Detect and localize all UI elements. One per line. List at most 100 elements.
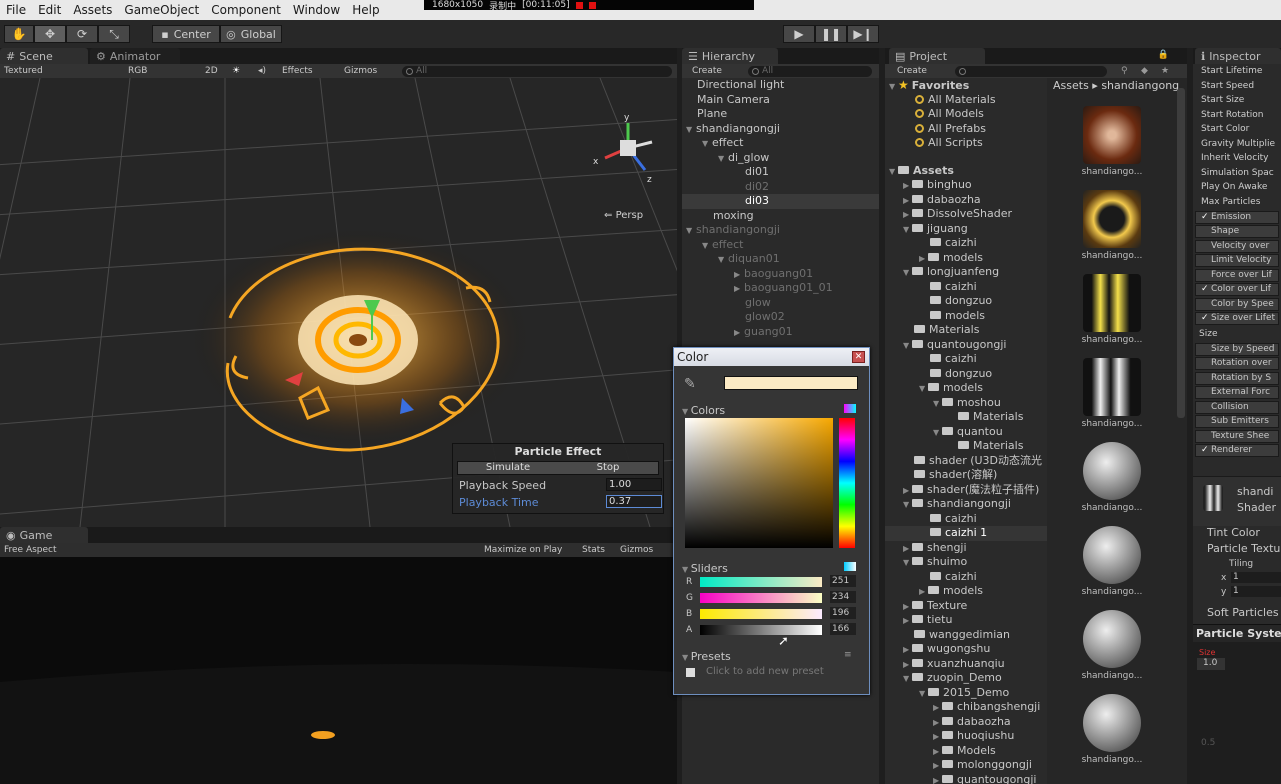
- expand-arrow-icon[interactable]: ▼: [903, 266, 912, 281]
- scene-viewport[interactable]: y x z ⇐ Persp Particle Effect Simulate S…: [0, 78, 677, 527]
- curve-max-value[interactable]: 1.0: [1197, 658, 1225, 670]
- collapse-arrow-icon[interactable]: ▶: [933, 716, 942, 731]
- folder-item[interactable]: ▼ quantougongji: [885, 338, 1047, 353]
- asset-item[interactable]: shandiango...: [1057, 358, 1167, 442]
- module-rotation-over-lifetime[interactable]: Rotation over: [1195, 357, 1279, 370]
- scene-search-input[interactable]: All: [402, 65, 672, 77]
- folder-item[interactable]: Materials: [885, 410, 1047, 425]
- folder-item[interactable]: ▶ binghuo: [885, 178, 1047, 193]
- folder-item[interactable]: Materials: [885, 323, 1047, 338]
- collapse-arrow-icon[interactable]: ▶: [903, 484, 912, 499]
- folder-item[interactable]: dongzuo: [885, 367, 1047, 382]
- folder-item[interactable]: ▶ dabaozha: [885, 193, 1047, 208]
- tab-game[interactable]: ◉ Game: [0, 527, 88, 543]
- asset-item[interactable]: shandiango...: [1057, 694, 1167, 778]
- tab-hierarchy[interactable]: ☰ Hierarchy: [682, 48, 778, 64]
- hierarchy-item[interactable]: Directional light: [682, 78, 879, 93]
- folder-item[interactable]: dongzuo: [885, 294, 1047, 309]
- collapse-arrow-icon[interactable]: ▶: [903, 658, 912, 673]
- hierarchy-item[interactable]: di01: [682, 165, 879, 180]
- tiling-y-field[interactable]: 1: [1231, 586, 1281, 597]
- tiling-x-field[interactable]: 1: [1231, 572, 1281, 583]
- folder-item[interactable]: ▶ chibangshengji: [885, 700, 1047, 715]
- module-rotation-by-speed[interactable]: Rotation by S: [1195, 371, 1279, 385]
- expand-arrow-icon[interactable]: ▼: [903, 498, 912, 513]
- tab-project[interactable]: ▤ Project: [889, 48, 985, 64]
- module-sub-emitters[interactable]: Sub Emitters: [1195, 415, 1279, 428]
- g-slider[interactable]: [700, 593, 822, 603]
- lock-icon[interactable]: 🔒: [1158, 50, 1169, 60]
- toggle-2d[interactable]: 2D: [205, 66, 218, 76]
- module-color-over-lifetime[interactable]: ✓ Color over Lif: [1195, 283, 1279, 296]
- asset-item[interactable]: shandiango...: [1057, 106, 1167, 190]
- expand-arrow-icon[interactable]: ▼: [903, 672, 912, 687]
- saturation-value-square[interactable]: [685, 418, 833, 548]
- filter-label-icon[interactable]: ◆: [1141, 66, 1148, 76]
- hierarchy-create-dropdown[interactable]: Create: [692, 66, 722, 76]
- folder-item[interactable]: caizhi: [885, 280, 1047, 295]
- menu-file[interactable]: File: [0, 3, 32, 17]
- aspect-dropdown[interactable]: Free Aspect: [4, 545, 57, 555]
- expand-arrow-icon[interactable]: ▼: [903, 339, 912, 354]
- favorite-star-icon[interactable]: ★: [1161, 66, 1169, 76]
- menu-help[interactable]: Help: [346, 3, 385, 17]
- folder-item[interactable]: ▼ zuopin_Demo: [885, 671, 1047, 686]
- collapse-arrow-icon[interactable]: ▶: [933, 774, 942, 784]
- collapse-arrow-icon[interactable]: ▶: [933, 701, 942, 716]
- pivot-global-button[interactable]: ◎ Global: [220, 25, 282, 43]
- collapse-arrow-icon[interactable]: ▶: [903, 179, 912, 194]
- folder-item[interactable]: models: [885, 309, 1047, 324]
- b-slider[interactable]: [700, 609, 822, 619]
- preset-add-icon[interactable]: [686, 668, 695, 677]
- hierarchy-search-input[interactable]: All: [748, 65, 872, 77]
- collapse-arrow-icon[interactable]: ▶: [734, 268, 744, 283]
- play-button[interactable]: ▶: [783, 25, 815, 43]
- expand-arrow-icon[interactable]: ▼: [718, 152, 728, 167]
- playback-speed-field[interactable]: 1.00: [606, 478, 662, 491]
- record-stop-icon[interactable]: [575, 1, 583, 9]
- hierarchy-item[interactable]: glow02: [682, 310, 879, 325]
- expand-arrow-icon[interactable]: ▼: [702, 137, 712, 152]
- collapse-arrow-icon[interactable]: ▶: [903, 194, 912, 209]
- simulate-button[interactable]: Simulate: [458, 462, 558, 474]
- expand-arrow-icon[interactable]: ▼: [919, 382, 928, 397]
- folder-item[interactable]: Materials: [885, 439, 1047, 454]
- hierarchy-item[interactable]: ▼ effect: [682, 136, 879, 151]
- hierarchy-item[interactable]: Main Camera: [682, 93, 879, 108]
- r-value-field[interactable]: 251: [830, 575, 856, 587]
- hierarchy-item[interactable]: ▶ baoguang01_01: [682, 281, 879, 296]
- audio-toggle-icon[interactable]: ◂): [258, 66, 266, 76]
- collapse-arrow-icon[interactable]: ▶: [903, 208, 912, 223]
- folder-item[interactable]: ▶ Texture: [885, 599, 1047, 614]
- eyedropper-icon[interactable]: ✎: [684, 376, 696, 392]
- a-slider[interactable]: [700, 625, 822, 635]
- folder-item[interactable]: shader(溶解): [885, 468, 1047, 483]
- folder-item[interactable]: shader (U3D动态流光: [885, 454, 1047, 469]
- color-mode-icon[interactable]: [844, 404, 856, 413]
- collapse-arrow-icon[interactable]: ▶: [903, 542, 912, 557]
- folder-item[interactable]: ▶ Models: [885, 744, 1047, 759]
- playback-time-field[interactable]: 0.37: [606, 495, 662, 508]
- step-button[interactable]: ▶❙: [847, 25, 879, 43]
- hue-slider[interactable]: [839, 418, 855, 548]
- collapse-arrow-icon[interactable]: ▶: [919, 252, 928, 267]
- module-external-forces[interactable]: External Forc: [1195, 386, 1279, 399]
- project-search-input[interactable]: [955, 65, 1107, 77]
- folder-item[interactable]: wanggedimian: [885, 628, 1047, 643]
- gizmos-dropdown[interactable]: Gizmos: [344, 66, 377, 76]
- module-force-over-lifetime[interactable]: Force over Lif: [1195, 268, 1279, 282]
- favorites-header[interactable]: ▼ ★ Favorites: [885, 78, 1047, 93]
- folder-item[interactable]: ▶ quantougongji: [885, 773, 1047, 784]
- collapse-arrow-icon[interactable]: ▶: [734, 282, 744, 297]
- scale-tool-button[interactable]: ⤡: [98, 25, 130, 43]
- folder-item[interactable]: ▼ longjuanfeng: [885, 265, 1047, 280]
- hierarchy-item[interactable]: ▼ diquan01: [682, 252, 879, 267]
- asset-item[interactable]: shandiango...: [1057, 610, 1167, 694]
- particle-curves-area[interactable]: Size 1.0 0.5: [1193, 642, 1281, 784]
- sliders-section-header[interactable]: ▼ Sliders: [682, 562, 728, 575]
- folder-item[interactable]: ▼ shandiangongji: [885, 497, 1047, 512]
- r-slider[interactable]: [700, 577, 822, 587]
- collapse-arrow-icon[interactable]: ▶: [919, 585, 928, 600]
- module-limit-velocity[interactable]: Limit Velocity: [1195, 254, 1279, 267]
- folder-item[interactable]: ▶ DissolveShader: [885, 207, 1047, 222]
